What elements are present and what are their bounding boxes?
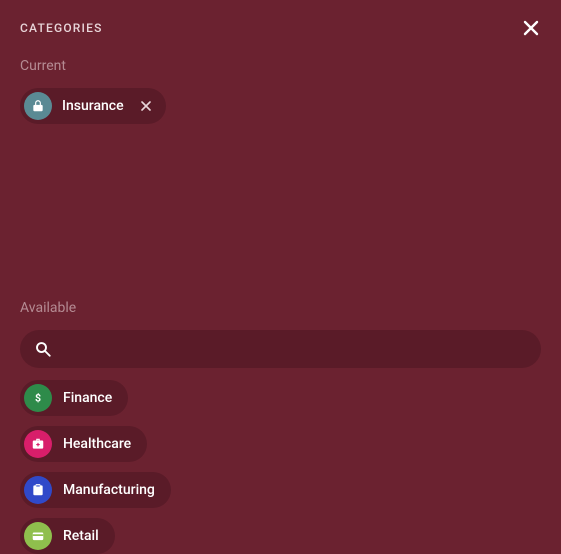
category-item-healthcare[interactable]: Healthcare [20,426,147,462]
lock-icon [24,92,52,120]
categories-panel: CATEGORIES Current Insurance Available $ [0,0,561,546]
category-label: Retail [63,528,99,544]
panel-header: CATEGORIES [20,18,541,38]
current-section: Current Insurance [20,58,541,124]
medkit-icon [24,430,52,458]
search-input[interactable] [62,341,527,357]
category-item-retail[interactable]: Retail [20,518,115,554]
close-icon [141,101,151,111]
category-label: Healthcare [63,436,131,452]
dollar-icon: $ [24,384,52,412]
available-section: Available $ Finance Healthcare [20,300,541,554]
search-icon [34,340,52,358]
current-chip-insurance[interactable]: Insurance [20,88,166,124]
clipboard-icon [24,476,52,504]
svg-text:$: $ [35,392,41,405]
category-item-finance[interactable]: $ Finance [20,380,128,416]
category-item-manufacturing[interactable]: Manufacturing [20,472,171,508]
chip-label: Insurance [62,98,124,114]
category-label: Finance [63,390,112,406]
current-label: Current [20,58,541,74]
category-label: Manufacturing [63,482,155,498]
category-list: $ Finance Healthcare Manufacturing [20,380,541,554]
close-icon [523,20,539,36]
close-button[interactable] [521,18,541,38]
search-bar[interactable] [20,330,541,368]
panel-title: CATEGORIES [20,21,103,35]
chip-remove-button[interactable] [138,98,154,114]
available-label: Available [20,300,541,316]
